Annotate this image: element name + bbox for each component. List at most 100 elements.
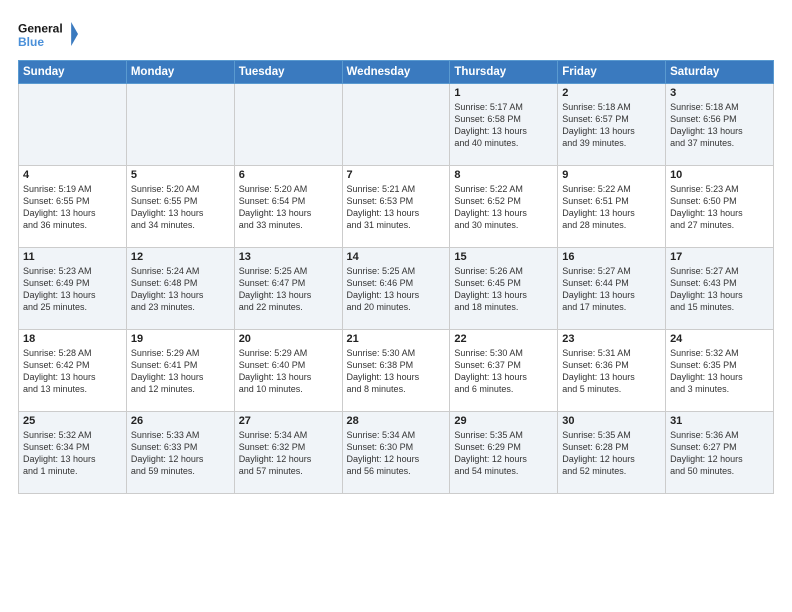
calendar-cell (234, 84, 342, 166)
calendar-cell: 15 Sunrise: 5:26 AM Sunset: 6:45 PM Dayli… (450, 248, 558, 330)
calendar-cell: 9Sunrise: 5:22 AM Sunset: 6:51 PM Daylig… (558, 166, 666, 248)
calendar-cell: 31Sunrise: 5:36 AM Sunset: 6:27 PM Dayli… (666, 412, 774, 494)
calendar-cell: 20 Sunrise: 5:29 AM Sunset: 6:40 PM Dayli… (234, 330, 342, 412)
day-number: 22 (454, 333, 553, 345)
week-row-4: 18 Sunrise: 5:28 AM Sunset: 6:42 PM Dayli… (19, 330, 774, 412)
calendar-cell (126, 84, 234, 166)
calendar-cell: 28 Sunrise: 5:34 AM Sunset: 6:30 PM Dayli… (342, 412, 450, 494)
calendar-cell: 11 Sunrise: 5:23 AM Sunset: 6:49 PM Dayli… (19, 248, 127, 330)
weekday-header-wednesday: Wednesday (342, 61, 450, 84)
day-number: 26 (131, 415, 230, 427)
day-number: 31 (670, 415, 769, 427)
day-info: Sunrise: 5:25 AM Sunset: 6:47 PM Dayligh… (239, 265, 338, 314)
calendar-cell: 4 Sunrise: 5:19 AM Sunset: 6:55 PM Daylig… (19, 166, 127, 248)
day-info: Sunrise: 5:28 AM Sunset: 6:42 PM Dayligh… (23, 347, 122, 396)
calendar-cell: 3Sunrise: 5:18 AM Sunset: 6:56 PM Daylig… (666, 84, 774, 166)
weekday-header-friday: Friday (558, 61, 666, 84)
day-number: 7 (347, 169, 446, 181)
day-number: 18 (23, 333, 122, 345)
calendar-cell: 24 Sunrise: 5:32 AM Sunset: 6:35 PM Dayli… (666, 330, 774, 412)
calendar-cell: 25 Sunrise: 5:32 AM Sunset: 6:34 PM Dayli… (19, 412, 127, 494)
day-info: Sunrise: 5:20 AM Sunset: 6:54 PM Dayligh… (239, 183, 338, 232)
day-number: 29 (454, 415, 553, 427)
calendar-cell: 19 Sunrise: 5:29 AM Sunset: 6:41 PM Dayli… (126, 330, 234, 412)
day-number: 12 (131, 251, 230, 263)
calendar-cell: 21 Sunrise: 5:30 AM Sunset: 6:38 PM Dayli… (342, 330, 450, 412)
day-info: Sunrise: 5:21 AM Sunset: 6:53 PM Dayligh… (347, 183, 446, 232)
day-info: Sunrise: 5:25 AM Sunset: 6:46 PM Dayligh… (347, 265, 446, 314)
day-number: 21 (347, 333, 446, 345)
day-number: 10 (670, 169, 769, 181)
day-number: 1 (454, 87, 553, 99)
calendar-cell: 6 Sunrise: 5:20 AM Sunset: 6:54 PM Daylig… (234, 166, 342, 248)
calendar-cell: 30 Sunrise: 5:35 AM Sunset: 6:28 PM Dayli… (558, 412, 666, 494)
day-number: 23 (562, 333, 661, 345)
calendar-cell (342, 84, 450, 166)
day-number: 30 (562, 415, 661, 427)
day-info: Sunrise: 5:18 AM Sunset: 6:56 PM Dayligh… (670, 101, 769, 150)
calendar-cell: 12Sunrise: 5:24 AM Sunset: 6:48 PM Dayli… (126, 248, 234, 330)
day-number: 5 (131, 169, 230, 181)
calendar-cell: 10Sunrise: 5:23 AM Sunset: 6:50 PM Dayli… (666, 166, 774, 248)
day-info: Sunrise: 5:31 AM Sunset: 6:36 PM Dayligh… (562, 347, 661, 396)
calendar-cell: 27 Sunrise: 5:34 AM Sunset: 6:32 PM Dayli… (234, 412, 342, 494)
day-number: 14 (347, 251, 446, 263)
day-info: Sunrise: 5:22 AM Sunset: 6:52 PM Dayligh… (454, 183, 553, 232)
day-number: 27 (239, 415, 338, 427)
day-info: Sunrise: 5:27 AM Sunset: 6:43 PM Dayligh… (670, 265, 769, 314)
calendar-cell: 16 Sunrise: 5:27 AM Sunset: 6:44 PM Dayli… (558, 248, 666, 330)
day-number: 17 (670, 251, 769, 263)
calendar-cell: 5 Sunrise: 5:20 AM Sunset: 6:55 PM Daylig… (126, 166, 234, 248)
day-number: 24 (670, 333, 769, 345)
calendar-cell: 8 Sunrise: 5:22 AM Sunset: 6:52 PM Daylig… (450, 166, 558, 248)
day-number: 6 (239, 169, 338, 181)
weekday-header-sunday: Sunday (19, 61, 127, 84)
day-number: 8 (454, 169, 553, 181)
logo: General Blue (18, 16, 78, 52)
day-number: 16 (562, 251, 661, 263)
day-number: 20 (239, 333, 338, 345)
calendar-table: SundayMondayTuesdayWednesdayThursdayFrid… (18, 60, 774, 494)
day-info: Sunrise: 5:34 AM Sunset: 6:30 PM Dayligh… (347, 429, 446, 478)
day-number: 11 (23, 251, 122, 263)
weekday-header-thursday: Thursday (450, 61, 558, 84)
day-info: Sunrise: 5:26 AM Sunset: 6:45 PM Dayligh… (454, 265, 553, 314)
week-row-1: 1 Sunrise: 5:17 AM Sunset: 6:58 PM Daylig… (19, 84, 774, 166)
day-info: Sunrise: 5:35 AM Sunset: 6:28 PM Dayligh… (562, 429, 661, 478)
day-info: Sunrise: 5:20 AM Sunset: 6:55 PM Dayligh… (131, 183, 230, 232)
day-info: Sunrise: 5:27 AM Sunset: 6:44 PM Dayligh… (562, 265, 661, 314)
day-info: Sunrise: 5:34 AM Sunset: 6:32 PM Dayligh… (239, 429, 338, 478)
day-info: Sunrise: 5:19 AM Sunset: 6:55 PM Dayligh… (23, 183, 122, 232)
calendar-cell: 7 Sunrise: 5:21 AM Sunset: 6:53 PM Daylig… (342, 166, 450, 248)
day-number: 13 (239, 251, 338, 263)
calendar-cell: 23 Sunrise: 5:31 AM Sunset: 6:36 PM Dayli… (558, 330, 666, 412)
svg-text:Blue: Blue (18, 35, 44, 49)
day-info: Sunrise: 5:29 AM Sunset: 6:41 PM Dayligh… (131, 347, 230, 396)
day-info: Sunrise: 5:17 AM Sunset: 6:58 PM Dayligh… (454, 101, 553, 150)
weekday-header-monday: Monday (126, 61, 234, 84)
calendar-cell: 22Sunrise: 5:30 AM Sunset: 6:37 PM Dayli… (450, 330, 558, 412)
day-number: 15 (454, 251, 553, 263)
calendar-cell: 1 Sunrise: 5:17 AM Sunset: 6:58 PM Daylig… (450, 84, 558, 166)
day-info: Sunrise: 5:22 AM Sunset: 6:51 PM Dayligh… (562, 183, 661, 232)
calendar-cell: 18 Sunrise: 5:28 AM Sunset: 6:42 PM Dayli… (19, 330, 127, 412)
day-number: 2 (562, 87, 661, 99)
day-info: Sunrise: 5:30 AM Sunset: 6:38 PM Dayligh… (347, 347, 446, 396)
day-info: Sunrise: 5:23 AM Sunset: 6:49 PM Dayligh… (23, 265, 122, 314)
day-number: 28 (347, 415, 446, 427)
day-info: Sunrise: 5:32 AM Sunset: 6:35 PM Dayligh… (670, 347, 769, 396)
day-info: Sunrise: 5:35 AM Sunset: 6:29 PM Dayligh… (454, 429, 553, 478)
calendar-cell: 29 Sunrise: 5:35 AM Sunset: 6:29 PM Dayli… (450, 412, 558, 494)
day-number: 4 (23, 169, 122, 181)
day-number: 25 (23, 415, 122, 427)
svg-text:General: General (18, 21, 63, 35)
calendar-cell: 13 Sunrise: 5:25 AM Sunset: 6:47 PM Dayli… (234, 248, 342, 330)
day-info: Sunrise: 5:29 AM Sunset: 6:40 PM Dayligh… (239, 347, 338, 396)
day-info: Sunrise: 5:32 AM Sunset: 6:34 PM Dayligh… (23, 429, 122, 478)
day-number: 19 (131, 333, 230, 345)
calendar-cell: 26 Sunrise: 5:33 AM Sunset: 6:33 PM Dayli… (126, 412, 234, 494)
weekday-header-tuesday: Tuesday (234, 61, 342, 84)
calendar-cell: 2Sunrise: 5:18 AM Sunset: 6:57 PM Daylig… (558, 84, 666, 166)
logo-svg: General Blue (18, 16, 78, 52)
day-info: Sunrise: 5:33 AM Sunset: 6:33 PM Dayligh… (131, 429, 230, 478)
